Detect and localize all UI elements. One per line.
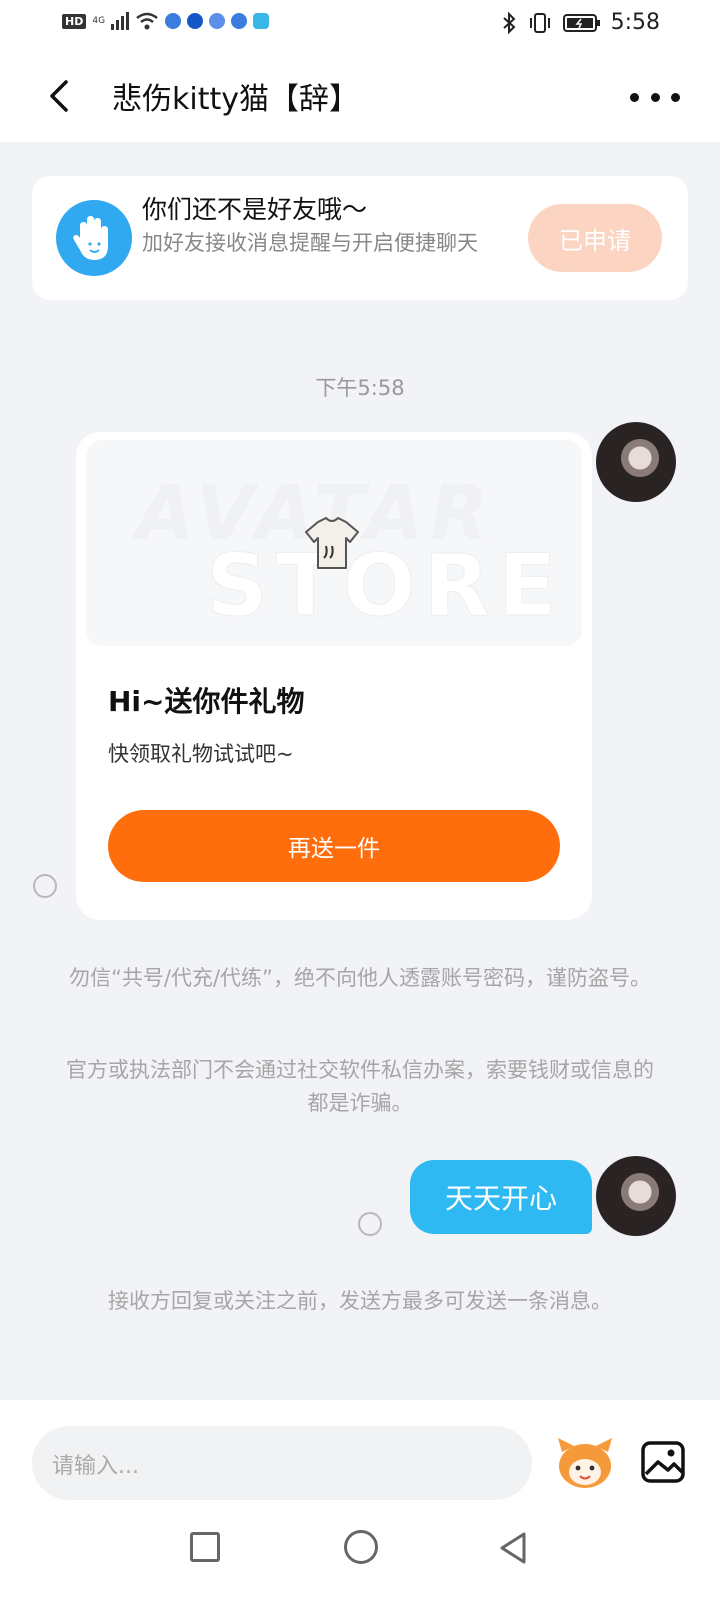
composer-bar: 请输入... (0, 1400, 720, 1510)
gift-watermark-bottom: STORE (206, 536, 565, 637)
not-friend-banner: 你们还不是好友哦～ 加好友接收消息提醒与开启便捷聊天 已申请 (32, 176, 688, 300)
user-avatar[interactable] (596, 422, 676, 502)
unread-status-circle (33, 874, 57, 898)
network-type: 4G (92, 15, 106, 26)
message-timestamp: 下午5:58 (315, 376, 405, 400)
more-options-button[interactable] (630, 82, 680, 112)
tshirt-icon (305, 517, 359, 569)
clock: 5:58 (610, 10, 660, 35)
book-app-icon (253, 13, 270, 29)
user-avatar[interactable] (596, 1156, 676, 1236)
security-notice: 勿信“共号/代充/代练”，绝不向他人透露账号密码，谨防盗号。 (69, 966, 651, 990)
image-picker-icon[interactable] (640, 1440, 686, 1484)
bluetooth-icon (502, 11, 516, 34)
app-bar: 悲伤kitty猫【辞】 (0, 50, 720, 142)
fraud-notice: 官方或执法部门不会通过社交软件私信办案，索要钱财或信息的都是诈骗。 (66, 1058, 654, 1115)
emoji-icon[interactable] (554, 1436, 616, 1492)
send-another-gift-button[interactable]: 再送一件 (108, 810, 560, 882)
music-app-icon (209, 13, 226, 29)
wifi-icon (136, 12, 158, 30)
battery-icon (562, 13, 600, 32)
signal-icon (111, 12, 130, 30)
home-button[interactable] (344, 1530, 378, 1564)
message-bubble[interactable]: 天天开心 (410, 1160, 592, 1234)
gift-card-message: AVATAR STORE Hi~送你件礼物 快领取礼物试试吧~ 再送一件 (76, 432, 592, 920)
status-right-icons: 5:58 (501, 10, 660, 35)
page-title: 悲伤kitty猫【辞】 (112, 82, 359, 117)
unread-status-circle (358, 1212, 382, 1236)
status-bar: HD 4G 5:58 (0, 0, 720, 50)
vibrate-icon (529, 12, 550, 33)
system-back-button[interactable] (496, 1530, 530, 1566)
applied-button[interactable]: 已申请 (528, 204, 662, 272)
message-input[interactable]: 请输入... (32, 1426, 532, 1500)
back-arrow-icon[interactable] (40, 76, 80, 116)
browser-app-icon (165, 13, 182, 29)
gift-title: Hi~送你件礼物 (108, 685, 305, 718)
recent-apps-button[interactable] (190, 1532, 220, 1562)
not-friend-subtitle: 加好友接收消息提醒与开启便捷聊天 (142, 231, 478, 255)
gift-image: AVATAR STORE (86, 440, 582, 646)
message-input-placeholder: 请输入... (52, 1454, 139, 1479)
hd-badge: HD (62, 13, 87, 29)
qq-app-icon (187, 13, 204, 29)
not-friend-title: 你们还不是好友哦～ (142, 195, 368, 224)
message-limit-notice: 接收方回复或关注之前，发送方最多可发送一条消息。 (108, 1289, 612, 1313)
browser-app-icon-2 (231, 13, 248, 29)
status-left-icons: HD 4G (62, 12, 270, 30)
gift-subtitle: 快领取礼物试试吧~ (108, 742, 294, 766)
hand-wave-icon (56, 200, 132, 276)
system-navigation-bar (0, 1510, 720, 1600)
